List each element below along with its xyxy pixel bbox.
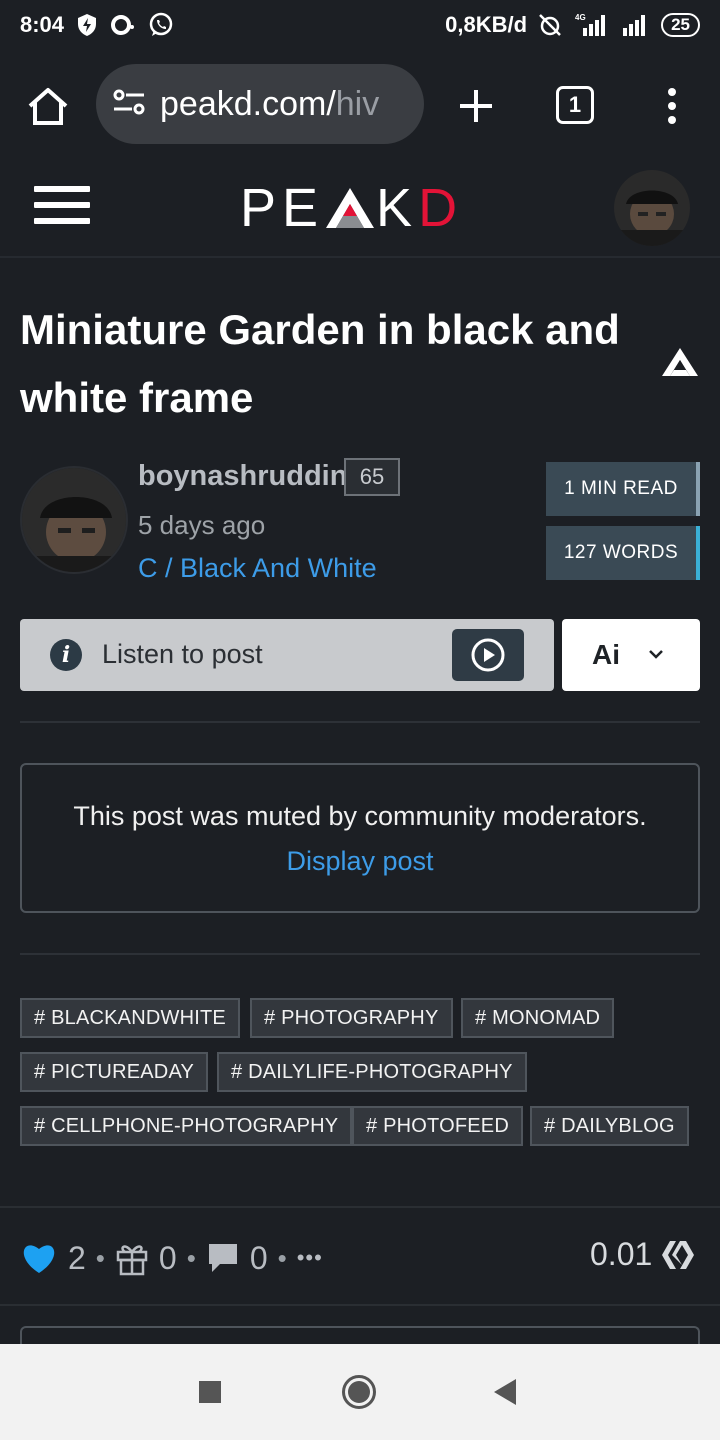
data-saver-icon	[110, 14, 136, 36]
new-tab-icon[interactable]	[454, 84, 498, 128]
whatsapp-icon	[148, 12, 174, 38]
info-icon: i	[50, 639, 82, 671]
logo-a-mark	[326, 188, 375, 228]
shield-bolt-icon	[76, 13, 98, 37]
address-bar[interactable]: peakd.com/hiv	[96, 64, 424, 144]
divider	[20, 721, 700, 723]
separator-dot: •	[277, 1242, 287, 1273]
listen-to-post-bar: i Listen to post	[20, 619, 554, 691]
logo-text-d: D	[418, 178, 464, 238]
peakd-logo[interactable]: PE KD	[240, 178, 463, 238]
post-title: Miniature Garden in black and white fram…	[20, 306, 620, 421]
play-button[interactable]	[452, 629, 524, 681]
url-path: hiv	[335, 84, 380, 123]
hive-logo-icon	[662, 1240, 695, 1269]
play-icon	[471, 638, 505, 672]
url-text: peakd.com/hiv	[160, 85, 379, 124]
heart-icon[interactable]	[20, 1241, 58, 1275]
muted-notice: This post was muted by community moderat…	[20, 763, 700, 913]
tag-pictureaday[interactable]: # PICTUREADAY	[20, 1052, 209, 1092]
tag-dailyblog[interactable]: # DAILYBLOG	[530, 1106, 689, 1146]
payout-value: 0.01	[590, 1236, 653, 1272]
separator-dot: •	[95, 1242, 105, 1273]
browser-toolbar: peakd.com/hiv 1	[0, 50, 720, 162]
peakd-mark-icon	[660, 346, 700, 378]
site-header: PE KD	[0, 162, 720, 258]
site-settings-icon[interactable]	[112, 87, 146, 122]
muted-message: This post was muted by community moderat…	[73, 801, 647, 831]
comment-icon[interactable]	[206, 1241, 240, 1275]
author-name[interactable]: boynashruddin	[138, 460, 347, 493]
tab-switcher-button[interactable]: 1	[556, 86, 594, 124]
alarm-off-icon	[537, 12, 563, 38]
tag-cellphone-photography[interactable]: # CELLPHONE-PHOTOGRAPHY	[20, 1106, 353, 1146]
signal-icon	[621, 12, 651, 38]
tag-blackandwhite[interactable]: # BLACKANDWHITE	[20, 998, 240, 1038]
listen-label: Listen to post	[102, 639, 263, 669]
recents-icon[interactable]	[199, 1381, 221, 1403]
divider	[20, 953, 700, 955]
status-bar: 8:04 0,8KB/d 4G 25	[0, 0, 720, 50]
battery-indicator: 25	[661, 13, 700, 37]
signal-4g-icon: 4G	[573, 12, 611, 38]
hamburger-menu-icon[interactable]	[34, 186, 90, 230]
separator-dot: •	[186, 1242, 196, 1273]
status-time: 8:04	[20, 12, 65, 37]
user-avatar[interactable]	[614, 170, 690, 246]
chevron-down-icon	[649, 650, 663, 659]
tip-count: 0	[158, 1239, 177, 1276]
logo-text-pe: PE	[240, 178, 325, 238]
reputation-badge: 65	[344, 458, 400, 496]
display-post-link[interactable]: Display post	[286, 846, 433, 877]
tag-photofeed[interactable]: # PHOTOFEED	[352, 1106, 523, 1146]
author-avatar[interactable]	[20, 466, 128, 574]
back-icon[interactable]	[494, 1379, 516, 1405]
more-options-icon[interactable]: •••	[297, 1245, 323, 1271]
payout-amount[interactable]: 0.01	[590, 1236, 696, 1273]
svg-text:4G: 4G	[575, 13, 586, 22]
vote-count[interactable]: 2	[68, 1240, 86, 1277]
tag-photography[interactable]: # PHOTOGRAPHY	[250, 998, 453, 1038]
logo-text-k: K	[376, 178, 419, 238]
comment-count[interactable]: 0	[250, 1240, 268, 1277]
home-nav-icon[interactable]	[342, 1375, 376, 1409]
divider	[0, 1206, 720, 1208]
community-link[interactable]: C / Black And White	[138, 553, 377, 584]
tag-monomad[interactable]: # MONOMAD	[461, 998, 615, 1038]
word-count-badge: 127 WORDS	[546, 526, 700, 580]
network-speed: 0,8KB/d	[445, 12, 528, 37]
more-vert-icon[interactable]	[662, 86, 682, 126]
ai-label: Ai	[592, 639, 620, 670]
url-domain: peakd.com/	[160, 84, 336, 123]
divider	[0, 1304, 720, 1306]
ai-dropdown[interactable]: Ai	[562, 619, 700, 691]
gift-icon[interactable]	[115, 1240, 149, 1276]
read-time-badge: 1 MIN READ	[546, 462, 700, 516]
system-navigation-bar	[0, 1344, 720, 1440]
tag-dailylife-photography[interactable]: # DAILYLIFE-PHOTOGRAPHY	[217, 1052, 527, 1092]
home-icon[interactable]	[26, 86, 70, 126]
post-timestamp[interactable]: 5 days ago	[138, 510, 265, 541]
